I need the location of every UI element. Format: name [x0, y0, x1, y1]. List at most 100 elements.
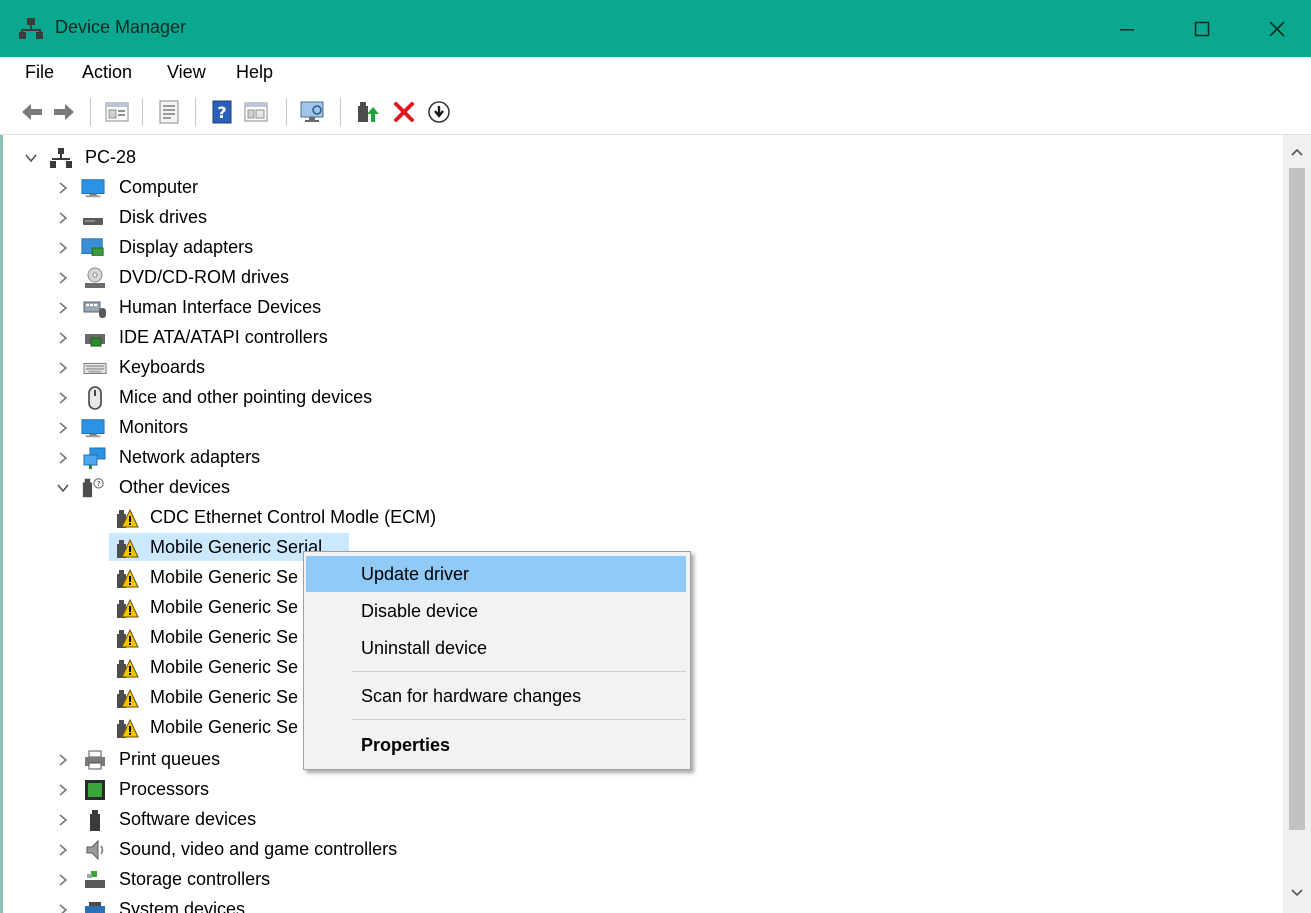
tree-item-display-adapters[interactable]: Display adapters — [3, 233, 1283, 263]
device-item-label: CDC Ethernet Control Modle (ECM) — [150, 507, 437, 527]
tree-item-label: Network adapters — [119, 447, 261, 467]
chevron-right-icon[interactable] — [57, 813, 69, 827]
chevron-right-icon[interactable] — [57, 873, 69, 887]
chevron-right-icon[interactable] — [57, 903, 69, 913]
tree-item-dvd-cd-rom[interactable]: DVD/CD-ROM drives — [3, 263, 1283, 293]
show-hidden-button[interactable] — [155, 98, 183, 126]
chevron-right-icon[interactable] — [57, 391, 69, 405]
chevron-right-icon[interactable] — [57, 301, 69, 315]
minimize-button[interactable] — [1087, 0, 1167, 57]
tree-item-label: Sound, video and game controllers — [119, 839, 398, 859]
tree-item-system-devices[interactable]: System devices — [3, 895, 1283, 913]
ctx-update-driver[interactable]: Update driver — [306, 556, 686, 592]
tree-item-processors[interactable]: Processors — [3, 775, 1283, 805]
tree-item-sound-video[interactable]: Sound, video and game controllers — [3, 835, 1283, 865]
tree-item-label: Disk drives — [119, 207, 208, 227]
warning-device-icon — [117, 598, 139, 618]
chevron-right-icon[interactable] — [57, 331, 69, 345]
chevron-down-icon[interactable] — [57, 481, 69, 495]
ctx-item-label: Scan for hardware changes — [361, 686, 582, 706]
tree-item-label: Processors — [119, 779, 210, 799]
tree-item-other-devices[interactable]: ? Other devices — [3, 473, 1283, 503]
chevron-right-icon[interactable] — [57, 361, 69, 375]
chevron-right-icon[interactable] — [57, 181, 69, 195]
toolbar-separator — [195, 98, 196, 126]
chevron-down-icon[interactable] — [25, 151, 37, 165]
tree-item-computer[interactable]: Computer — [3, 173, 1283, 203]
tree-root[interactable]: PC-28 — [3, 143, 1283, 173]
chevron-right-icon[interactable] — [57, 843, 69, 857]
chevron-right-icon[interactable] — [57, 271, 69, 285]
back-button[interactable] — [18, 98, 46, 126]
ctx-scan-hardware[interactable]: Scan for hardware changes — [306, 678, 686, 714]
download-button[interactable] — [425, 98, 453, 126]
scroll-up-icon[interactable] — [1290, 147, 1304, 157]
scan-hardware-button[interactable] — [299, 98, 327, 126]
ctx-uninstall-device[interactable]: Uninstall device — [306, 630, 686, 666]
tree-item-storage-controllers[interactable]: Storage controllers — [3, 865, 1283, 895]
tree-item-label: DVD/CD-ROM drives — [119, 267, 290, 287]
title-bar: Device Manager — [0, 0, 1311, 57]
menu-bar: File Action View Help — [0, 57, 1311, 87]
chevron-right-icon[interactable] — [57, 421, 69, 435]
tree-item-human-interface-devices[interactable]: Human Interface Devices — [3, 293, 1283, 323]
scrollbar-thumb[interactable] — [1289, 168, 1305, 830]
chevron-right-icon[interactable] — [57, 451, 69, 465]
device-tree: PC-28 Computer Disk drives Display adapt… — [0, 135, 1286, 913]
toolbar-separator — [142, 98, 143, 126]
tree-item-label: IDE ATA/ATAPI controllers — [119, 327, 328, 347]
hid-icon — [83, 301, 106, 318]
monitor-icon — [300, 101, 324, 122]
chevron-right-icon[interactable] — [57, 241, 69, 255]
system-device-icon — [85, 902, 105, 913]
ctx-disable-device[interactable]: Disable device — [306, 593, 686, 629]
menu-action[interactable]: Action — [82, 62, 132, 83]
menu-file[interactable]: File — [25, 62, 54, 83]
tree-item-disk-drives[interactable]: Disk drives — [3, 203, 1283, 233]
maximize-button[interactable] — [1162, 0, 1242, 57]
warning-device-icon — [117, 508, 139, 528]
update-driver-button[interactable] — [353, 98, 381, 126]
tree-item-mice[interactable]: Mice and other pointing devices — [3, 383, 1283, 413]
tree-item-ide-ata-atapi[interactable]: IDE ATA/ATAPI controllers — [3, 323, 1283, 353]
tree-item-label: Mice and other pointing devices — [119, 387, 373, 407]
computer-tree-icon — [50, 148, 72, 168]
chevron-right-icon[interactable] — [57, 753, 69, 767]
tree-item-label: Computer — [119, 177, 199, 197]
chevron-right-icon[interactable] — [57, 783, 69, 797]
ctx-properties[interactable]: Properties — [306, 727, 686, 763]
ctx-item-label: Uninstall device — [361, 638, 488, 658]
forward-button[interactable] — [50, 98, 78, 126]
menu-help[interactable]: Help — [236, 62, 273, 83]
tree-item-keyboards[interactable]: Keyboards — [3, 353, 1283, 383]
ctx-item-label: Properties — [361, 735, 451, 755]
device-item[interactable]: CDC Ethernet Control Modle (ECM) — [3, 503, 1283, 533]
display-adapter-icon — [81, 238, 104, 256]
mouse-icon — [88, 386, 102, 410]
warning-device-icon — [117, 688, 139, 708]
properties-button[interactable] — [103, 98, 131, 126]
download-icon — [428, 101, 450, 123]
printer-icon — [85, 750, 105, 770]
details-button[interactable] — [242, 98, 270, 126]
tree-item-software-devices[interactable]: Software devices — [3, 805, 1283, 835]
scroll-down-icon[interactable] — [1290, 888, 1304, 898]
context-menu-separator — [352, 671, 686, 672]
close-button[interactable] — [1237, 0, 1311, 57]
show-hidden-icon — [159, 100, 179, 124]
tree-item-monitors[interactable]: Monitors — [3, 413, 1283, 443]
tree-item-label: Human Interface Devices — [119, 297, 322, 317]
details-icon — [244, 102, 268, 122]
speaker-icon — [86, 839, 104, 861]
toolbar-separator — [286, 98, 287, 126]
toolbar-separator — [340, 98, 341, 126]
menu-view[interactable]: View — [167, 62, 206, 83]
other-devices-icon: ? — [82, 478, 104, 498]
help-button[interactable]: ? — [208, 98, 236, 126]
ctx-item-label: Update driver — [361, 564, 470, 584]
tree-item-network-adapters[interactable]: Network adapters — [3, 443, 1283, 473]
uninstall-button[interactable] — [390, 98, 418, 126]
warning-device-icon — [117, 628, 139, 648]
device-item-label: Mobile Generic Serial — [150, 537, 323, 557]
chevron-right-icon[interactable] — [57, 211, 69, 225]
